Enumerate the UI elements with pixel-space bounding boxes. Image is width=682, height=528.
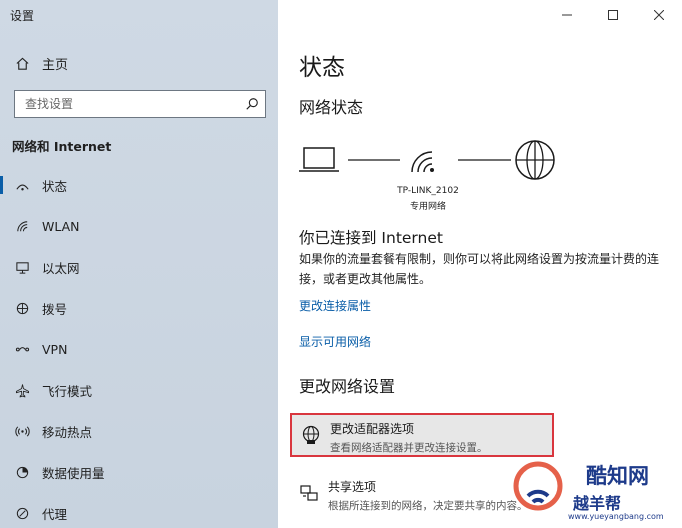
maximize-icon [608, 5, 618, 24]
connected-description: 如果你的流量套餐有限制，则你可以将此网络设置为按流量计费的连接，或者更改其他属性… [299, 252, 660, 286]
sidebar-item-hotspot[interactable]: 移动热点 [0, 416, 278, 446]
watermark: 酷知网 越羊帮 www.yueyangbang.com [508, 452, 670, 528]
dialup-icon [14, 300, 30, 316]
app-title: 设置 [10, 9, 35, 23]
sidebar-item-proxy[interactable]: 代理 [0, 498, 278, 528]
proxy-icon [14, 505, 30, 521]
network-type: 专用网络 [409, 202, 446, 212]
sidebar-item-dialup[interactable]: 拨号 [0, 293, 278, 323]
sidebar-item-status[interactable]: 状态 [0, 170, 278, 200]
search-icon[interactable] [239, 91, 265, 117]
option-texts: 更改适配器选项 查看网络适配器并更改连接设置。 [330, 420, 488, 455]
option-texts: 共享选项 根据所连接到的网络，决定要共享的内容。 [328, 478, 528, 513]
sidebar-item-label: VPN [42, 341, 68, 357]
sharing-icon [298, 482, 320, 504]
sidebar: 设置 主页 网络和 Internet 状态 WLAN 以太网 [0, 0, 278, 528]
wifi-signal-icon [411, 151, 434, 173]
home-link[interactable]: 主页 [14, 52, 68, 74]
sidebar-item-label: WLAN [42, 218, 80, 234]
network-name: TP-LINK_2102 [397, 186, 459, 196]
laptop-icon [299, 147, 339, 172]
home-label: 主页 [42, 57, 69, 73]
sidebar-item-data-usage[interactable]: 数据使用量 [0, 457, 278, 487]
watermark-logo-icon [513, 461, 563, 511]
sidebar-item-ethernet[interactable]: 以太网 [0, 252, 278, 282]
watermark-url: www.yueyangbang.com [568, 512, 664, 521]
sidebar-item-label: 数据使用量 [42, 465, 105, 481]
sidebar-item-label: 飞行模式 [42, 383, 93, 399]
wifi-icon [14, 218, 30, 234]
data-usage-icon [14, 464, 30, 480]
page-title: 状态 [299, 55, 345, 81]
sidebar-item-label: 以太网 [42, 260, 80, 276]
status-icon [14, 177, 30, 193]
minimize-icon [562, 5, 572, 24]
network-status-title: 网络状态 [299, 98, 364, 117]
sidebar-item-label: 拨号 [42, 301, 68, 317]
sidebar-item-wlan[interactable]: WLAN [0, 211, 278, 241]
option-description: 查看网络适配器并更改连接设置。 [330, 442, 488, 454]
vpn-icon [14, 341, 30, 357]
option-description: 根据所连接到的网络，决定要共享的内容。 [328, 500, 528, 512]
search-box [14, 90, 266, 118]
sidebar-item-label: 代理 [42, 506, 68, 522]
option-title: 更改适配器选项 [330, 422, 415, 436]
hotspot-icon [14, 423, 30, 439]
sidebar-item-label: 状态 [42, 178, 68, 194]
option-title: 共享选项 [328, 480, 377, 494]
close-icon [653, 5, 665, 24]
show-available-networks-link[interactable]: 显示可用网络 [299, 333, 371, 350]
globe-icon [515, 140, 555, 180]
ethernet-icon [14, 259, 30, 275]
change-connection-properties-link[interactable]: 更改连接属性 [299, 297, 371, 314]
close-button[interactable] [636, 0, 682, 28]
adapter-globe-icon [300, 424, 322, 446]
selected-marker [0, 176, 3, 194]
airplane-icon [14, 382, 30, 398]
sidebar-item-vpn[interactable]: VPN [0, 334, 278, 364]
sidebar-item-label: 移动热点 [42, 424, 93, 440]
change-adapter-options-button[interactable]: 更改适配器选项 查看网络适配器并更改连接设置。 [290, 413, 554, 457]
connected-title: 你已连接到 Internet [299, 229, 443, 247]
home-icon [14, 55, 30, 71]
watermark-brand-bottom: 越羊帮 [573, 494, 622, 513]
sidebar-item-airplane[interactable]: 飞行模式 [0, 375, 278, 405]
change-network-settings-title: 更改网络设置 [299, 377, 396, 396]
maximize-button[interactable] [590, 0, 636, 28]
search-input[interactable] [15, 91, 239, 117]
section-title: 网络和 Internet [12, 139, 112, 154]
watermark-brand-top: 酷知网 [586, 464, 649, 488]
main-pane: 状态 网络状态 TP-LINK_2102 专用网络 你已连接到 Internet… [278, 0, 682, 528]
window-controls [544, 0, 682, 28]
minimize-button[interactable] [544, 0, 590, 28]
